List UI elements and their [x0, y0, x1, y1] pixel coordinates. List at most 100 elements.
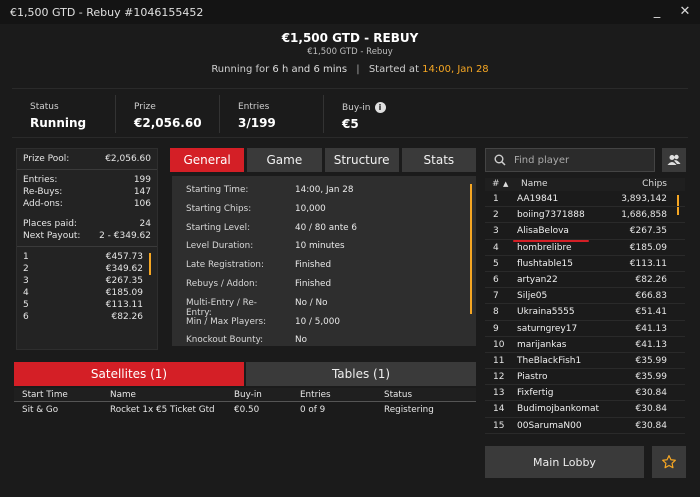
player-row[interactable]: 5 flushtable15 €113.11	[485, 256, 685, 272]
player-chips: €30.84	[635, 388, 668, 399]
table-row[interactable]: Sit & Go Rocket 1x €5 Ticket Gtd €0.50 0…	[14, 402, 476, 418]
search-input[interactable]	[514, 154, 644, 166]
general-key: Min / Max Players:	[186, 316, 267, 327]
minimize-button[interactable]: _	[648, 2, 666, 20]
favorite-button[interactable]	[652, 446, 686, 478]
sort-icon[interactable]: ▲	[503, 178, 519, 191]
player-row[interactable]: 6 artyan22 €82.26	[485, 272, 685, 289]
general-value: Finished	[295, 260, 332, 271]
player-row[interactable]: 3 AlisaBelova €267.35	[485, 223, 685, 242]
player-row[interactable]: 2 boiing7371888 1,686,858	[485, 207, 685, 224]
general-key: Level Duration:	[186, 241, 254, 252]
col-status[interactable]: Status	[384, 388, 476, 401]
player-row[interactable]: 13 Fixfertig €30.84	[485, 385, 685, 402]
player-row[interactable]: 8 Ukraina5555 €51.41	[485, 304, 685, 321]
col-chips[interactable]: Chips	[615, 178, 685, 191]
satellites-table: Start Time Name Buy-in Entries Status Si…	[14, 388, 476, 418]
tab-game[interactable]: Game	[247, 148, 322, 172]
general-value: No / No	[295, 297, 328, 308]
general-row: Knockout Bounty: No	[172, 335, 476, 346]
general-value: Finished	[295, 278, 332, 289]
prize-panel: Prize Pool: €2,056.60 Entries: 199 Re-Bu…	[16, 148, 158, 350]
close-button[interactable]: ✕	[676, 2, 694, 20]
rebuys-row: Re-Buys: 147	[23, 186, 151, 198]
player-chips: €66.83	[635, 291, 668, 302]
stat-prize: Prize €2,056.60	[116, 95, 220, 133]
col-player-name[interactable]: Name	[519, 178, 615, 191]
player-chips: €185.09	[629, 242, 667, 253]
player-row[interactable]: 1 AA19841 3,893,142	[485, 191, 685, 208]
table-header: Start Time Name Buy-in Entries Status	[14, 388, 476, 402]
col-buyin[interactable]: Buy-in	[234, 388, 300, 401]
player-row[interactable]: 7 Silje05 €66.83	[485, 288, 685, 305]
general-row: Starting Chips: 10,000	[172, 204, 476, 223]
player-row[interactable]: 11 TheBlackFish1 €35.99	[485, 353, 685, 370]
payout-list[interactable]: 1 €457.73 2 €349.62 3 €267.35 4 €185.09 5 €11…	[23, 251, 151, 323]
buyin-label: Buy-in	[342, 102, 371, 113]
running-label: Running for	[211, 64, 270, 75]
running-info: Running for 6 h and 6 mins | Started at …	[0, 64, 700, 75]
col-name[interactable]: Name	[110, 388, 234, 401]
stat-value: Running	[30, 116, 87, 130]
player-row[interactable]: 15 00SarumaN00 €30.84	[485, 418, 685, 434]
payout-place: 1	[23, 252, 29, 262]
player-rank: 5	[493, 258, 499, 269]
divider	[17, 169, 157, 170]
player-chips: €41.13	[635, 323, 668, 334]
payout-place: 6	[23, 312, 29, 322]
tab-structure[interactable]: Structure	[324, 148, 399, 172]
main-lobby-button[interactable]: Main Lobby	[485, 446, 644, 478]
payout-row: 4 €185.09	[23, 287, 151, 299]
payout-row: 6 €82.26	[23, 311, 151, 323]
player-rank: 9	[493, 323, 499, 334]
general-row: Late Registration: Finished	[172, 260, 476, 279]
player-name: Silje05	[517, 291, 548, 302]
player-row[interactable]: 12 Piastro €35.99	[485, 369, 685, 386]
general-row: Starting Level: 40 / 80 ante 6	[172, 223, 476, 242]
general-scrollbar[interactable]	[470, 184, 472, 314]
player-rank: 1	[493, 194, 499, 204]
stat-buyin: Buy-in i €5	[324, 95, 428, 133]
player-name: 00SarumaN00	[517, 420, 582, 431]
player-row[interactable]: 4 hombrelibre €185.09	[485, 240, 685, 256]
general-key: Late Registration:	[186, 260, 264, 271]
header-separator: |	[356, 64, 360, 75]
friends-button[interactable]	[662, 148, 686, 172]
rebuys-label: Re-Buys:	[23, 187, 63, 197]
player-chips: 3,893,142	[621, 194, 667, 204]
addons-row: Add-ons: 106	[23, 198, 151, 210]
player-chips: 1,686,858	[621, 210, 667, 221]
cell-status: Registering	[384, 405, 434, 415]
payout-place: 4	[23, 288, 29, 298]
col-start-time[interactable]: Start Time	[14, 388, 110, 401]
players-header: # ▲ Name Chips	[485, 178, 685, 191]
info-tabs: General Game Structure Stats	[170, 148, 476, 172]
general-row: Min / Max Players: 10 / 5,000	[172, 317, 476, 336]
player-name: AlisaBelova	[517, 226, 569, 237]
player-row[interactable]: 9 saturngrey17 €41.13	[485, 321, 685, 337]
payout-amount: €267.35	[105, 276, 143, 286]
payout-scrollbar[interactable]	[149, 253, 151, 275]
tab-general[interactable]: General	[170, 148, 245, 172]
player-rank: 2	[493, 210, 499, 221]
search-icon	[494, 154, 506, 166]
general-key: Starting Time:	[186, 185, 249, 195]
payout-row: 2 €349.62	[23, 263, 151, 275]
tournament-header: €1,500 GTD - REBUY €1,500 GTD - Rebuy Ru…	[0, 24, 700, 84]
player-name: Fixfertig	[517, 388, 554, 399]
player-chips: €30.84	[635, 420, 668, 431]
payout-amount: €82.26	[111, 312, 144, 322]
tab-tables[interactable]: Tables (1)	[246, 362, 476, 386]
col-rank[interactable]: #	[485, 178, 503, 191]
player-row[interactable]: 10 marijankas €41.13	[485, 337, 685, 353]
col-entries[interactable]: Entries	[300, 388, 384, 401]
stat-value: €2,056.60	[134, 116, 202, 130]
started-value: 14:00, Jan 28	[422, 64, 489, 75]
tab-satellites[interactable]: Satellites (1)	[14, 362, 244, 386]
prize-pool-row: Prize Pool: €2,056.60	[23, 153, 151, 165]
tab-stats[interactable]: Stats	[401, 148, 476, 172]
general-key: Starting Level:	[186, 222, 251, 233]
player-row[interactable]: 14 Budimojbankomat €30.84	[485, 401, 685, 418]
cell-entries: 0 of 9	[300, 405, 326, 415]
info-icon[interactable]: i	[374, 102, 386, 113]
